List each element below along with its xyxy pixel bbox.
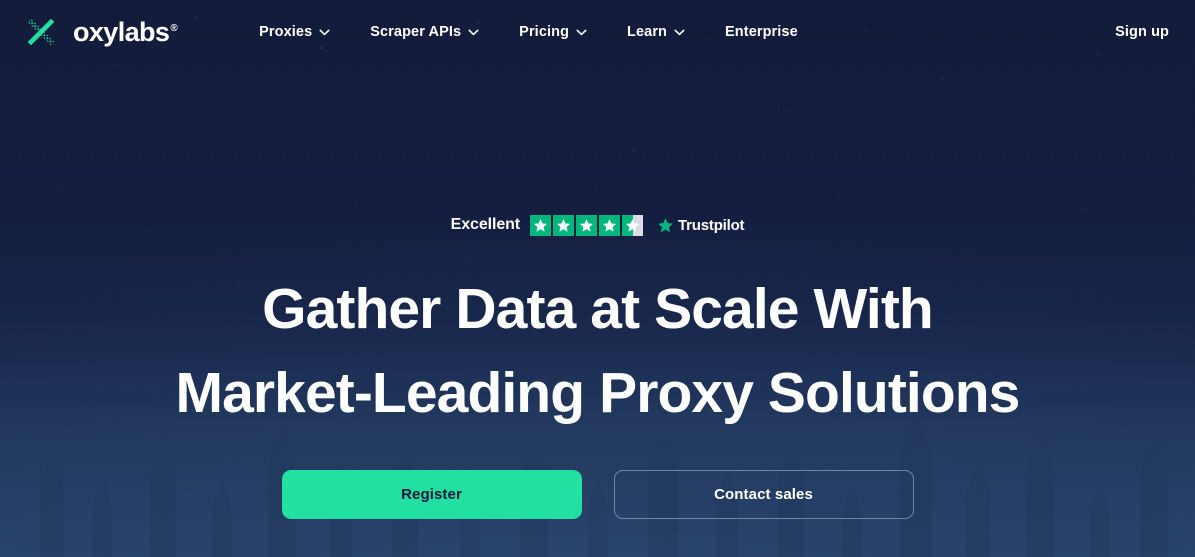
nav-label: Proxies bbox=[259, 24, 313, 40]
brand-logo-link[interactable]: oxylabs® bbox=[22, 13, 178, 51]
hero-section: oxylabs® Proxies Scraper APIs Pricing Le… bbox=[0, 0, 1195, 557]
star-half-5 bbox=[622, 214, 644, 236]
site-header: oxylabs® Proxies Scraper APIs Pricing Le… bbox=[0, 0, 1195, 64]
header-actions: Sign up bbox=[1111, 16, 1173, 48]
nav-label: Scraper APIs bbox=[370, 24, 462, 40]
main-navigation: Proxies Scraper APIs Pricing Learn Enter… bbox=[239, 16, 818, 48]
headline-line-2: Market-Leading Proxy Solutions bbox=[175, 360, 1021, 425]
star-filled-4 bbox=[599, 214, 621, 236]
register-button[interactable]: Register bbox=[281, 469, 582, 519]
trustpilot-rating-widget[interactable]: Excellent Trustpilot bbox=[451, 214, 745, 236]
chevron-down-icon bbox=[674, 29, 685, 35]
oxylabs-x-logo-icon bbox=[27, 18, 55, 46]
rating-label: Excellent bbox=[450, 216, 521, 233]
star-filled-2 bbox=[553, 214, 575, 236]
star-filled-1 bbox=[530, 214, 552, 236]
nav-label: Enterprise bbox=[725, 24, 798, 40]
nav-item-learn[interactable]: Learn bbox=[607, 16, 705, 48]
chevron-down-icon bbox=[576, 29, 587, 35]
brand-name: oxylabs® bbox=[73, 16, 178, 47]
chevron-down-icon bbox=[468, 29, 479, 35]
nav-label: Learn bbox=[627, 24, 668, 40]
trustpilot-label: Trustpilot bbox=[678, 216, 745, 234]
hero-cta-group: Register Contact sales bbox=[281, 469, 914, 519]
hero-content: Excellent Trustpilot Gather Data at Scal… bbox=[0, 0, 1195, 557]
headline-line-1: Gather Data at Scale With bbox=[262, 277, 934, 341]
trustpilot-brand[interactable]: Trustpilot bbox=[657, 216, 745, 234]
chevron-down-icon bbox=[319, 29, 330, 35]
nav-item-scraper-apis[interactable]: Scraper APIs bbox=[350, 16, 499, 48]
nav-item-enterprise[interactable]: Enterprise bbox=[705, 16, 818, 48]
nav-item-pricing[interactable]: Pricing bbox=[499, 16, 607, 48]
nav-label: Pricing bbox=[519, 24, 570, 40]
trustpilot-star-icon bbox=[658, 217, 673, 232]
page-title: Gather Data at Scale With Market-Leading… bbox=[175, 268, 1021, 436]
rating-stars bbox=[530, 214, 644, 236]
star-filled-3 bbox=[576, 214, 598, 236]
sign-up-link[interactable]: Sign up bbox=[1111, 16, 1173, 48]
contact-sales-button[interactable]: Contact sales bbox=[613, 469, 914, 519]
registered-mark: ® bbox=[170, 22, 178, 34]
nav-item-proxies[interactable]: Proxies bbox=[239, 16, 350, 48]
